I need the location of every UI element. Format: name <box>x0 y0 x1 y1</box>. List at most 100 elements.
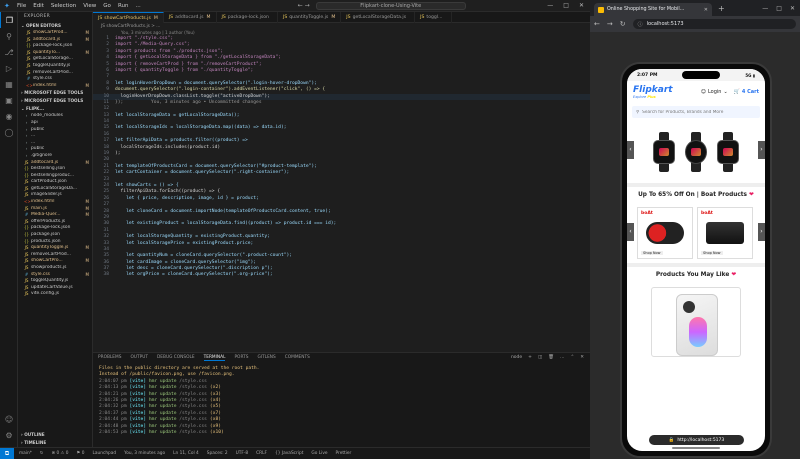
address-bar[interactable]: ⓘ localhost:5173 <box>632 19 796 29</box>
tab-close-icon[interactable]: ✕ <box>704 7 708 13</box>
file-item[interactable]: JS showCartProd... M <box>18 30 92 37</box>
status-item-12[interactable]: Prettier <box>336 451 352 456</box>
panel-tab-comments[interactable]: COMMENTS <box>285 355 310 361</box>
browser-minimize-icon[interactable]: — <box>762 5 768 12</box>
new-terminal-icon[interactable]: + <box>528 355 532 360</box>
panel-tab-gitlens[interactable]: GITLENS <box>257 355 275 361</box>
status-item-6[interactable]: Ln 11, Col 4 <box>173 451 199 456</box>
explorer-icon[interactable]: ❐ <box>0 12 18 28</box>
file-item[interactable]: ›... <box>18 133 92 140</box>
file-item[interactable]: JS showCartPro... M <box>18 258 92 265</box>
status-item-10[interactable]: {} JavaScript <box>275 451 303 456</box>
maximize-icon[interactable]: □ <box>563 2 569 9</box>
browser-maximize-icon[interactable]: □ <box>776 5 782 12</box>
run-debug-icon[interactable]: ▷ <box>0 60 18 76</box>
editor-tab-5[interactable]: JS toggl... <box>415 12 452 23</box>
code-editor[interactable]: JS showCartProducts.js M JS addtocard.js M J… <box>93 12 590 352</box>
file-item[interactable]: JS getLocalStorage... <box>18 56 92 63</box>
command-center[interactable]: Flipkart-clone-Using-Vite <box>315 1 466 10</box>
banner-next-icon[interactable]: › <box>758 223 765 241</box>
file-item[interactable]: › public <box>18 146 92 153</box>
status-item-8[interactable]: UTF-8 <box>236 451 249 456</box>
status-item-3[interactable]: ⚑ 0 <box>77 451 85 456</box>
status-item-1[interactable]: ↻ <box>40 451 44 456</box>
minimize-icon[interactable]: — <box>547 2 553 9</box>
file-item[interactable]: {} package-lock.json <box>18 225 92 232</box>
status-item-5[interactable]: You, 3 minutes ago <box>124 451 165 456</box>
file-item[interactable]: JS quantityToggle.js M <box>18 245 92 252</box>
file-item[interactable]: # Media-Quer... M <box>18 212 92 219</box>
terminal-shell-label[interactable]: node <box>511 355 522 360</box>
login-button[interactable]: ☺ Login ⌄ <box>701 89 728 95</box>
panel-tab-ports[interactable]: PORTS <box>234 355 248 361</box>
panel-tab-terminal[interactable]: TERMINAL <box>203 355 226 361</box>
file-item[interactable]: › node_modules <box>18 113 92 120</box>
cart-button[interactable]: 🛒 4 Cart <box>734 89 759 95</box>
file-item[interactable]: ›... <box>18 140 92 147</box>
menu-item-1[interactable]: Edit <box>33 3 44 9</box>
breadcrumb[interactable]: JS showCartProducts.js > ... <box>93 23 590 30</box>
file-item[interactable]: JS quantityTo... M <box>18 50 92 57</box>
account-icon[interactable]: ☺ <box>0 411 18 427</box>
code-line[interactable]: 38 let orgPrice = cloneCard.querySelecto… <box>93 272 590 278</box>
status-item-9[interactable]: CRLF <box>256 451 267 456</box>
status-item-11[interactable]: Go Live <box>311 451 327 456</box>
file-item[interactable]: {} package.json <box>18 232 92 239</box>
edge-tools-icon[interactable]: ◉ <box>0 108 18 124</box>
more-icon[interactable]: … <box>560 355 565 360</box>
file-item[interactable]: JS imageSlider.js <box>18 192 92 199</box>
file-item[interactable]: {} products.json <box>18 239 92 246</box>
source-control-icon[interactable]: ⎇ <box>0 44 18 60</box>
maximize-panel-icon[interactable]: ⌃ <box>570 355 574 360</box>
remote-explorer-icon[interactable]: ▣ <box>0 92 18 108</box>
product-card[interactable] <box>651 287 741 357</box>
nav-arrows-icon[interactable]: ← → <box>298 2 310 9</box>
edge-tools-header-2[interactable]: › MICROSOFT EDGE TOOLS <box>18 97 92 105</box>
menu-item-0[interactable]: File <box>17 3 26 9</box>
editor-tab-0[interactable]: JS showCartProducts.js M <box>93 12 164 23</box>
boat-banner[interactable]: boAt Shop Now <box>637 207 693 259</box>
menu-item-6[interactable]: ... <box>135 3 140 9</box>
editor-tab-2[interactable]: JS package-lock.json <box>217 12 278 23</box>
file-item[interactable]: JS cartProduct.json <box>18 179 92 186</box>
boat-banner[interactable]: boAt Shop Now <box>697 207 753 259</box>
menu-item-3[interactable]: View <box>83 3 96 9</box>
close-panel-icon[interactable]: ✕ <box>580 355 584 360</box>
file-item[interactable]: JS updateCartValue.js <box>18 285 92 292</box>
project-header[interactable]: ⌄ FLIPK... <box>18 105 92 113</box>
file-item[interactable]: <> index.html M <box>18 199 92 206</box>
panel-tab-problems[interactable]: PROBLEMS <box>98 355 121 361</box>
outline-header[interactable]: › OUTLINE <box>18 431 92 439</box>
open-editors-header[interactable]: ⌄ OPEN EDITORS <box>18 22 92 30</box>
timeline-header[interactable]: › TIMELINE <box>18 439 92 447</box>
file-item[interactable]: › public <box>18 127 92 134</box>
trash-icon[interactable]: 🗑 <box>548 355 554 360</box>
panel-tab-output[interactable]: OUTPUT <box>130 355 148 361</box>
menu-item-4[interactable]: Go <box>103 3 111 9</box>
edge-tools-header-1[interactable]: › MICROSOFT EDGE TOOLS <box>18 89 92 97</box>
file-item[interactable]: JS getLocalStorageDa... <box>18 186 92 193</box>
mobile-url-bar[interactable]: 🔒 http://localhost:5173 <box>649 435 744 445</box>
split-terminal-icon[interactable]: ◫ <box>538 355 542 360</box>
browser-tab[interactable]: Online Shopping Site for Mobil... ✕ <box>594 3 712 16</box>
file-item[interactable]: {} bestselling.json <box>18 166 92 173</box>
carousel-next-icon[interactable]: › <box>758 141 765 159</box>
file-item[interactable]: JS offerProducts.js <box>18 219 92 226</box>
file-item[interactable]: › .gitignore <box>18 153 92 160</box>
close-icon[interactable]: ✕ <box>579 2 584 9</box>
carousel-prev-icon[interactable]: ‹ <box>627 141 634 159</box>
file-item[interactable]: <> index.html M <box>18 83 92 90</box>
file-item[interactable]: # style.css M <box>18 272 92 279</box>
file-item[interactable]: JS toggleQuantity.js <box>18 63 92 70</box>
gitlens-icon[interactable]: ◯ <box>0 124 18 140</box>
browser-close-icon[interactable]: ✕ <box>790 5 795 12</box>
status-item-0[interactable]: main* <box>19 451 32 456</box>
extensions-icon[interactable]: ▦ <box>0 76 18 92</box>
file-item[interactable]: {} bestsellingproduc... <box>18 173 92 180</box>
file-item[interactable]: JS removeCartProd... <box>18 252 92 259</box>
editor-tab-3[interactable]: JS quantityToggle.js M <box>278 12 342 23</box>
file-item[interactable]: JS vite.config.js <box>18 291 92 298</box>
forward-icon[interactable]: → <box>607 20 613 28</box>
status-item-2[interactable]: ⊗ 0 ⚠ 0 <box>52 451 69 456</box>
reload-icon[interactable]: ↻ <box>620 20 626 28</box>
